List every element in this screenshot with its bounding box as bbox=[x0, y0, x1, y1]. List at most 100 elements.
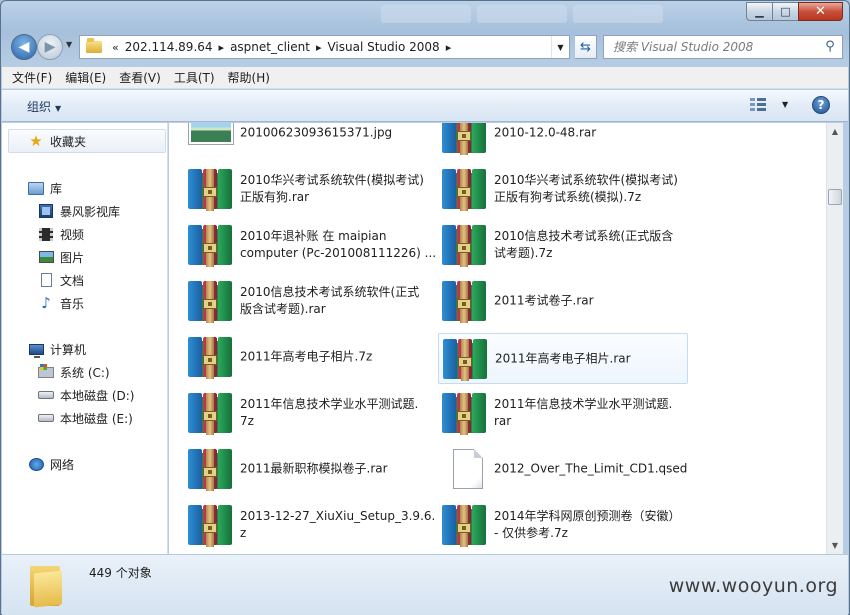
address-bar[interactable]: « 202.114.89.64 ▸ aspnet_client ▸ Visual… bbox=[79, 35, 570, 59]
vertical-scrollbar[interactable]: ▲ ▼ bbox=[826, 123, 843, 554]
file-name-line: 2010华兴考试系统软件(模拟考试) bbox=[494, 173, 678, 187]
sidebar-item-drive-e[interactable]: 本地磁盘 (E:) bbox=[38, 407, 133, 429]
file-item[interactable]: 2010信息技术考试系统软件(正式 版含试考题).rar bbox=[187, 277, 437, 325]
sidebar-item-videos[interactable]: 视频 bbox=[38, 223, 84, 245]
file-item[interactable]: 2012_Over_The_Limit_CD1.qsed bbox=[441, 445, 691, 493]
change-view-button[interactable]: ▼ bbox=[750, 98, 788, 111]
file-item[interactable]: 2011最新职称模拟卷子.rar bbox=[187, 445, 437, 493]
watermark-text: www.wooyun.org bbox=[668, 575, 838, 597]
winrar-archive-icon bbox=[441, 278, 489, 324]
star-icon: ★ bbox=[29, 132, 43, 150]
breadcrumb-ip[interactable]: 202.114.89.64 bbox=[125, 40, 213, 54]
sidebar-label: 音乐 bbox=[60, 296, 85, 311]
file-name: 2011年高考电子相片.7z bbox=[240, 349, 435, 366]
sidebar-item-libraries[interactable]: 库 bbox=[28, 177, 62, 199]
scrollbar-thumb[interactable] bbox=[828, 189, 842, 205]
file-name-line: computer (Pc-201008111226) ... bbox=[240, 246, 435, 260]
file-item[interactable]: 2011考试卷子.rar bbox=[441, 277, 691, 325]
sidebar-item-music[interactable]: ♪ 音乐 bbox=[38, 292, 84, 314]
breadcrumb-visual-studio[interactable]: Visual Studio 2008 bbox=[327, 40, 439, 54]
sidebar-item-network[interactable]: 网络 bbox=[28, 453, 74, 475]
close-button[interactable]: ✕ bbox=[798, 2, 843, 21]
sidebar-item-favorites[interactable]: ★ 收藏夹 bbox=[28, 130, 86, 152]
winrar-archive-icon bbox=[187, 166, 235, 212]
file-name-line: 2010信息技术考试系统软件(正式 bbox=[240, 285, 420, 299]
back-button[interactable]: ◀ bbox=[11, 34, 37, 60]
sidebar-label: 文档 bbox=[60, 273, 85, 288]
sidebar-item-drive-c[interactable]: 系统 (C:) bbox=[38, 361, 110, 383]
breadcrumb-separator[interactable]: ▸ bbox=[219, 41, 225, 54]
file-name: 20100623093615371.jpg bbox=[240, 125, 435, 142]
library-icon bbox=[28, 180, 44, 196]
menu-edit[interactable]: 编辑(E) bbox=[65, 69, 106, 86]
help-button[interactable]: ? bbox=[812, 96, 830, 114]
chevron-down-icon: ▼ bbox=[557, 42, 564, 52]
file-item[interactable]: 2011年高考电子相片.rar bbox=[438, 333, 688, 384]
file-name: 2011年信息技术学业水平测试题. 7z bbox=[240, 396, 435, 430]
file-item[interactable]: 2011年高考电子相片.7z bbox=[187, 333, 437, 381]
address-dropdown-button[interactable]: ▼ bbox=[551, 36, 569, 58]
file-name: 2012_Over_The_Limit_CD1.qsed bbox=[494, 461, 689, 478]
file-name-line: 2011考试卷子.rar bbox=[494, 293, 594, 308]
file-item[interactable]: 2010年退补账 在 maipian computer (Pc-201008111… bbox=[187, 221, 437, 269]
menu-help[interactable]: 帮助(H) bbox=[228, 69, 270, 86]
file-item[interactable]: 2010信息技术考试系统(正式版含 试考题).7z bbox=[441, 221, 691, 269]
sidebar-item-pictures[interactable]: 图片 bbox=[38, 246, 84, 268]
navigation-pane: ★ 收藏夹 库 暴风影视库 视频 图片 文档 ♪ 音乐 计算机 系统 (C:) … bbox=[2, 123, 168, 554]
menu-tools[interactable]: 工具(T) bbox=[174, 69, 215, 86]
file-item[interactable]: 20100623093615371.jpg bbox=[187, 123, 437, 157]
scroll-down-arrow-icon[interactable]: ▼ bbox=[827, 537, 843, 554]
command-bar: 组织 ▼ ▼ ? bbox=[2, 90, 848, 122]
search-icon[interactable]: ⚲ bbox=[818, 36, 842, 58]
breadcrumb-separator[interactable]: ▸ bbox=[446, 41, 452, 54]
file-name: 2011最新职称模拟卷子.rar bbox=[240, 461, 435, 478]
file-item[interactable]: 2011年信息技术学业水平测试题. 7z bbox=[187, 389, 437, 437]
sidebar-item-baofeng[interactable]: 暴风影视库 bbox=[38, 200, 120, 222]
sidebar-label: 库 bbox=[50, 181, 63, 196]
file-name: 2010华兴考试系统软件(模拟考试) 正版有狗考试系统(模拟).7z bbox=[494, 172, 689, 206]
video-library-icon bbox=[38, 203, 54, 219]
file-item[interactable]: 2010华兴考试系统软件(模拟考试) 正版有狗考试系统(模拟).7z bbox=[441, 165, 691, 213]
forward-button[interactable]: ▶ bbox=[37, 34, 63, 60]
menu-view[interactable]: 查看(V) bbox=[119, 69, 161, 86]
sidebar-label: 暴风影视库 bbox=[60, 204, 121, 219]
file-item[interactable]: 2010-12.0-48.rar bbox=[441, 123, 691, 157]
history-chevron[interactable]: « bbox=[112, 41, 119, 54]
file-name-line: 2011年高考电子相片.7z bbox=[240, 349, 373, 364]
file-item[interactable]: 2013-12-27_XiuXiu_Setup_3.9.6.7 z bbox=[187, 501, 437, 549]
file-name-line: 2010华兴考试系统软件(模拟考试) bbox=[240, 173, 424, 187]
file-name-line: 2011最新职称模拟卷子.rar bbox=[240, 461, 388, 476]
file-name: 2010信息技术考试系统软件(正式 版含试考题).rar bbox=[240, 284, 435, 318]
maximize-button[interactable]: □ bbox=[772, 2, 799, 21]
file-list: 20100623093615371.jpg 2010-12.0-48.rar 201… bbox=[169, 123, 826, 554]
sidebar-item-computer[interactable]: 计算机 bbox=[28, 338, 86, 360]
recent-pages-dropdown[interactable]: ▼ bbox=[66, 40, 72, 49]
sidebar-label: 计算机 bbox=[50, 342, 87, 357]
file-item[interactable]: 2010华兴考试系统软件(模拟考试) 正版有狗.rar bbox=[187, 165, 437, 213]
hard-drive-icon bbox=[38, 410, 54, 426]
search-input[interactable]: 搜索 Visual Studio 2008 ⚲ bbox=[603, 35, 843, 59]
file-item[interactable]: 2014年学科网原创预测卷（安徽） - 仅供参考.7z bbox=[441, 501, 691, 549]
sidebar-label: 系统 (C:) bbox=[60, 365, 110, 380]
winrar-archive-icon bbox=[187, 278, 235, 324]
chevron-down-icon[interactable]: ▼ bbox=[782, 100, 788, 109]
sidebar-label: 视频 bbox=[60, 227, 85, 242]
arrow-right-icon: ▶ bbox=[44, 39, 56, 55]
menu-file[interactable]: 文件(F) bbox=[12, 69, 52, 86]
file-name-line: 2011年信息技术学业水平测试题. bbox=[494, 397, 673, 411]
sidebar-item-drive-d[interactable]: 本地磁盘 (D:) bbox=[38, 384, 134, 406]
organize-button[interactable]: 组织 ▼ bbox=[27, 98, 61, 115]
refresh-button[interactable]: ⇆ bbox=[575, 35, 597, 59]
sidebar-item-documents[interactable]: 文档 bbox=[38, 269, 84, 291]
sidebar-label: 本地磁盘 (E:) bbox=[60, 411, 133, 426]
details-pane: 449 个对象 www.wooyun.org bbox=[2, 554, 848, 615]
breadcrumb-separator[interactable]: ▸ bbox=[316, 41, 322, 54]
winrar-archive-icon bbox=[187, 222, 235, 268]
minimize-button[interactable]: ▁ bbox=[746, 2, 773, 21]
image-thumbnail-icon bbox=[187, 123, 235, 156]
scroll-up-arrow-icon[interactable]: ▲ bbox=[827, 123, 843, 140]
breadcrumb-aspnet-client[interactable]: aspnet_client bbox=[230, 40, 310, 54]
file-name-line: 2013-12-27_XiuXiu_Setup_3.9.6.7 bbox=[240, 509, 435, 523]
file-item[interactable]: 2011年信息技术学业水平测试题. rar bbox=[441, 389, 691, 437]
file-name: 2011年高考电子相片.rar bbox=[495, 350, 690, 367]
